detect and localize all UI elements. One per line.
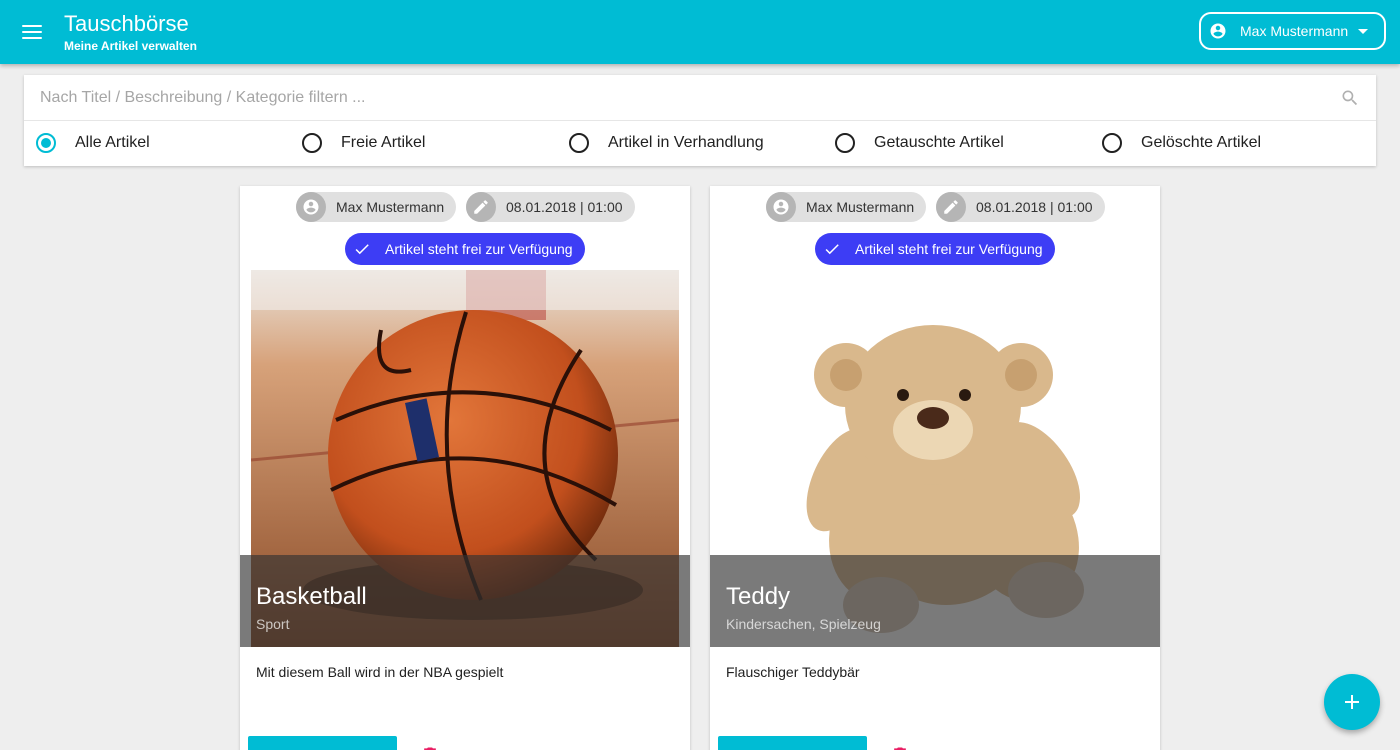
article-description: Flauschiger Teddybär xyxy=(726,664,860,680)
radio-circle xyxy=(569,133,589,153)
owner-name: Max Mustermann xyxy=(336,199,445,215)
article-description: Mit diesem Ball wird in der NBA gespielt xyxy=(256,664,504,680)
user-menu-button[interactable]: Max Mustermann xyxy=(1199,12,1386,50)
edit-article-button[interactable] xyxy=(718,736,867,750)
account-circle-icon xyxy=(296,192,326,222)
status-label: Artikel steht frei zur Verfügung xyxy=(385,241,573,257)
search-row xyxy=(24,75,1376,121)
plus-icon xyxy=(1345,695,1359,709)
edit-article-button[interactable] xyxy=(248,736,397,750)
app-subtitle: Meine Artikel verwalten xyxy=(64,39,197,53)
radio-circle xyxy=(302,133,322,153)
radio-circle xyxy=(835,133,855,153)
status-badge: Artikel steht frei zur Verfügung xyxy=(345,233,585,265)
owner-name: Max Mustermann xyxy=(806,199,915,215)
date-chip: 08.01.2018 | 01:00 xyxy=(936,192,1105,222)
trash-icon[interactable] xyxy=(420,745,440,750)
date-label: 08.01.2018 | 01:00 xyxy=(506,199,623,215)
article-title: Basketball xyxy=(256,583,367,610)
owner-chip: Max Mustermann xyxy=(296,192,457,222)
account-circle-icon xyxy=(766,192,796,222)
user-name: Max Mustermann xyxy=(1240,23,1349,39)
filter-panel: Alle Artikel Freie Artikel Artikel in Ve… xyxy=(24,75,1376,166)
radio-circle xyxy=(36,133,56,153)
radio-label: Alle Artikel xyxy=(75,134,150,151)
article-card: Max Mustermann 08.01.2018 | 01:00 Artike… xyxy=(710,186,1160,750)
menu-icon[interactable] xyxy=(16,18,48,46)
date-chip: 08.01.2018 | 01:00 xyxy=(466,192,635,222)
search-input[interactable] xyxy=(24,75,1324,120)
radio-freie-artikel[interactable]: Freie Artikel xyxy=(302,133,425,153)
app-title: Tauschbörse xyxy=(64,11,189,36)
radio-label: Getauschte Artikel xyxy=(874,134,1004,151)
radio-getauschte-artikel[interactable]: Getauschte Artikel xyxy=(835,133,1004,153)
radio-label: Freie Artikel xyxy=(341,134,426,151)
date-label: 08.01.2018 | 01:00 xyxy=(976,199,1093,215)
radio-alle-artikel[interactable]: Alle Artikel xyxy=(36,133,150,153)
status-filter-group: Alle Artikel Freie Artikel Artikel in Ve… xyxy=(24,121,1376,165)
radio-label: Artikel in Verhandlung xyxy=(608,134,764,151)
trash-icon[interactable] xyxy=(890,745,910,750)
pencil-icon xyxy=(936,192,966,222)
radio-artikel-in-verhandlung[interactable]: Artikel in Verhandlung xyxy=(569,133,764,153)
status-badge: Artikel steht frei zur Verfügung xyxy=(815,233,1055,265)
add-article-button[interactable] xyxy=(1324,674,1380,730)
article-category: Kindersachen, Spielzeug xyxy=(726,616,881,632)
status-label: Artikel steht frei zur Verfügung xyxy=(855,241,1043,257)
pencil-icon xyxy=(466,192,496,222)
article-category: Sport xyxy=(256,616,290,632)
article-card: Max Mustermann 08.01.2018 | 01:00 Artike… xyxy=(240,186,690,750)
radio-label: Gelöschte Artikel xyxy=(1141,134,1262,151)
caret-down-icon xyxy=(1358,28,1369,34)
owner-chip: Max Mustermann xyxy=(766,192,927,222)
check-icon xyxy=(355,244,369,255)
app-bar: Tauschbörse Meine Artikel verwalten Max … xyxy=(0,0,1400,64)
title-overlay: Basketball Sport xyxy=(240,555,690,647)
title-overlay: Teddy Kindersachen, Spielzeug xyxy=(710,555,1160,647)
search-icon[interactable] xyxy=(1340,88,1360,108)
radio-circle xyxy=(1102,133,1122,153)
account-circle-icon xyxy=(1210,23,1226,39)
article-title: Teddy xyxy=(726,583,791,610)
check-icon xyxy=(825,244,839,255)
radio-geloeschte-artikel[interactable]: Gelöschte Artikel xyxy=(1102,133,1261,153)
